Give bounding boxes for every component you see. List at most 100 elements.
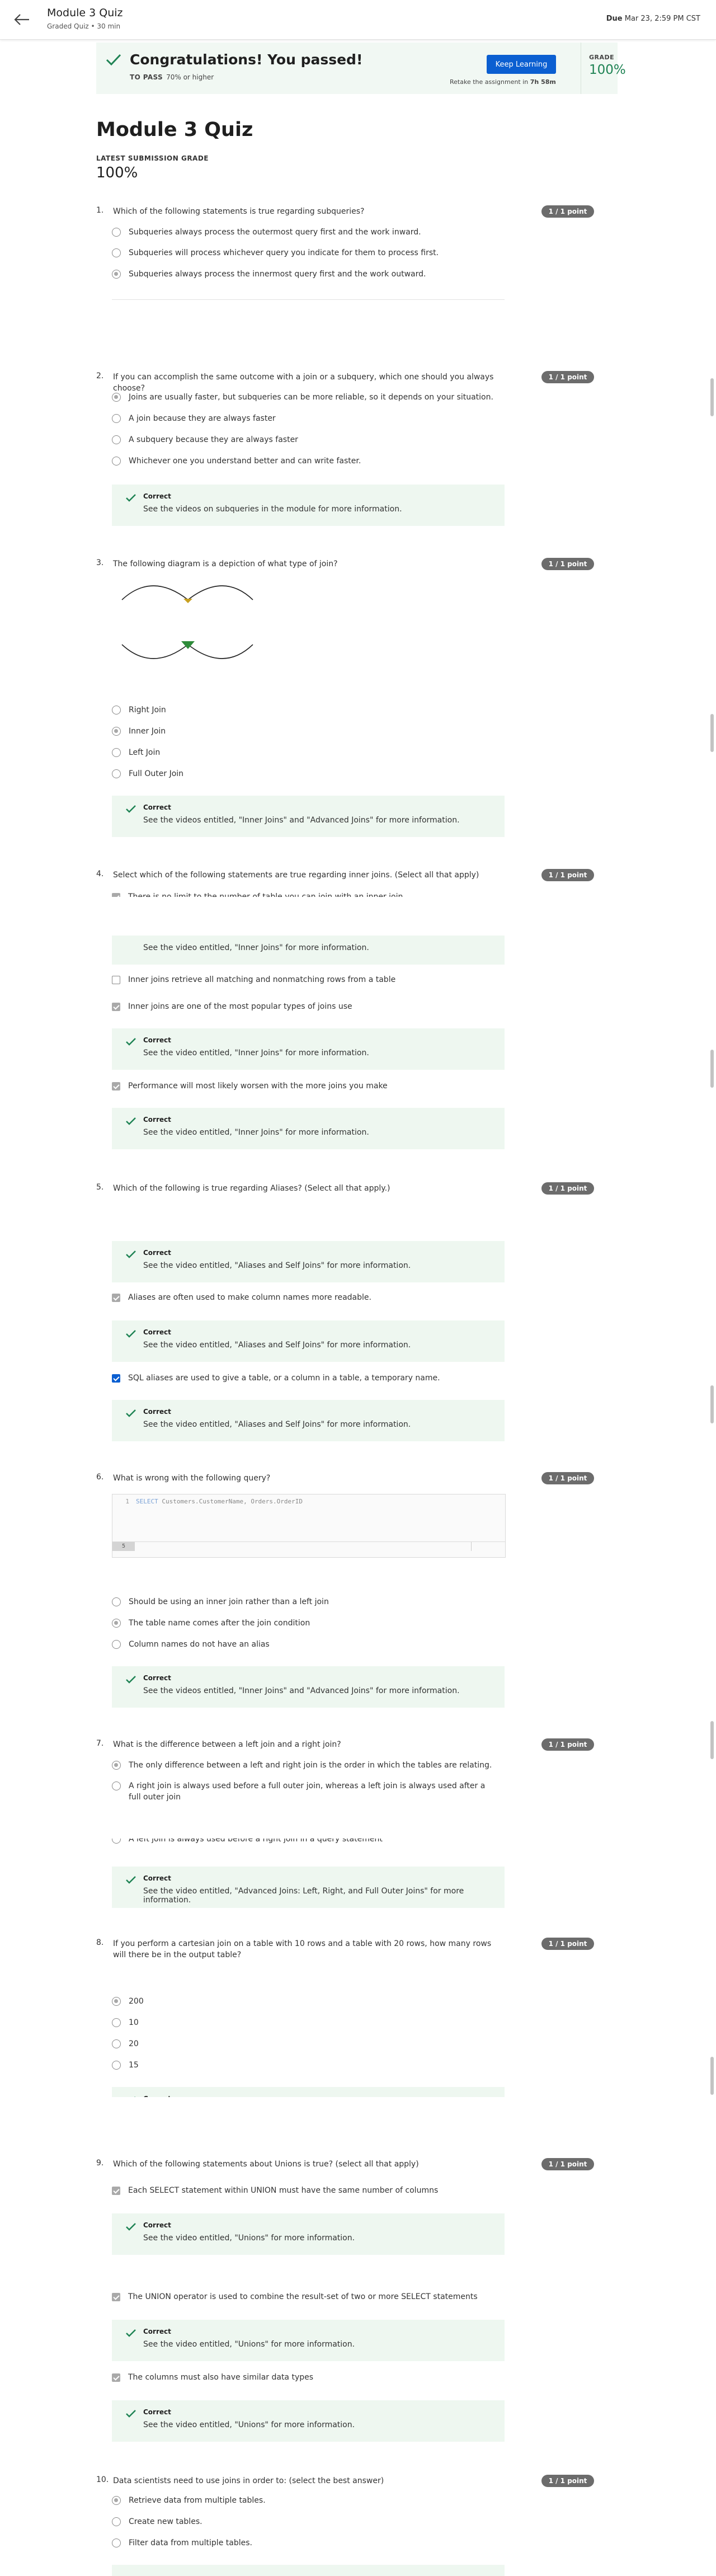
checkbox-icon[interactable] [112,1293,120,1302]
answer-option[interactable]: A right join is always used before a ful… [112,1780,503,1804]
radio-icon[interactable] [112,2539,121,2547]
feedback-message: See the video entitled, "Unions" for mor… [143,2234,355,2243]
checkbox-icon[interactable] [112,1082,120,1090]
answer-option[interactable]: Filter data from multiple tables. [112,2537,252,2549]
scrollbar-thumb[interactable] [710,378,714,416]
feedback-message: See the videos entitled, "Inner Joins" a… [143,1686,460,1695]
option-label: Subqueries always process the innermost … [129,270,426,279]
question-text: The following diagram is a depiction of … [113,560,338,568]
answer-option[interactable]: Subqueries always process the innermost … [112,268,426,280]
points-badge: 1 / 1 point [541,2158,594,2170]
answer-option[interactable]: Should be using an inner join rather tha… [112,1596,329,1608]
answer-option[interactable]: Left Join [112,746,160,759]
question-text: Which of the following statements is tru… [113,207,365,216]
feedback-correct: Correct See the video entitled, "Unions"… [112,2400,505,2442]
radio-icon[interactable] [112,2018,121,2027]
answer-option[interactable]: Inner Join [112,725,166,737]
feedback-correct: Correct [112,2087,505,2097]
answer-option[interactable]: Each SELECT statement within UNION must … [112,2184,438,2197]
answer-option[interactable]: Create new tables. [112,2516,202,2528]
radio-icon[interactable] [112,2061,121,2070]
scrollbar-thumb[interactable] [710,1050,714,1088]
radio-icon[interactable] [112,1761,121,1770]
points-badge: 1 / 1 point [541,1938,594,1950]
radio-icon[interactable] [112,748,121,757]
scrollbar-thumb[interactable] [710,714,714,752]
scrollbar-thumb[interactable] [710,1385,714,1423]
checkbox-icon[interactable] [112,1374,120,1383]
radio-icon[interactable] [112,2496,121,2505]
answer-option[interactable]: The only difference between a left and r… [112,1759,492,1771]
checkbox-icon[interactable] [112,2292,120,2301]
radio-icon[interactable] [112,769,121,778]
answer-option[interactable]: Performance will most likely worsen with… [112,1080,388,1092]
radio-icon[interactable] [112,1597,121,1606]
check-icon [126,1876,136,1884]
answer-option[interactable]: Subqueries will process whichever query … [112,247,439,259]
answer-option[interactable]: SQL aliases are used to give a table, or… [112,1372,440,1384]
question-text: If you can accomplish the same outcome w… [113,373,494,393]
radio-icon[interactable] [112,435,121,444]
feedback-title: Correct [143,2328,171,2335]
scrollbar-thumb[interactable] [710,2057,714,2095]
radio-icon[interactable] [112,2039,121,2048]
answer-option[interactable]: 15 [112,2059,139,2071]
checkbox-icon[interactable] [112,2373,120,2382]
option-label: A join because they are always faster [129,414,276,423]
answer-option[interactable]: A left join is always used before a righ… [112,1839,383,1844]
answer-option[interactable]: Full Outer Join [112,768,183,780]
radio-icon[interactable] [112,1839,121,1844]
answer-option[interactable]: Column names do not have an alias [112,1638,270,1651]
radio-icon[interactable] [112,228,121,237]
answer-option[interactable]: 20 [112,2038,139,2050]
answer-option[interactable]: Retrieve data from multiple tables. [112,2494,266,2507]
due-label: Due [606,15,623,23]
answer-option[interactable]: 10 [112,2016,139,2029]
answer-option[interactable]: A subquery because they are always faste… [112,434,298,446]
radio-icon[interactable] [112,393,121,402]
option-label: The only difference between a left and r… [129,1761,492,1770]
checkbox-icon[interactable] [112,975,120,984]
back-button[interactable] [12,11,31,28]
checkbox-icon[interactable] [112,1002,120,1011]
check-icon [126,1676,136,1684]
feedback-message: See the video entitled, "Aliases and Sel… [143,1341,411,1350]
answer-option[interactable]: The UNION operator is used to combine th… [112,2291,478,2303]
checkbox-icon[interactable] [112,892,120,897]
radio-icon[interactable] [112,1781,121,1790]
answer-option[interactable]: A join because they are always faster [112,412,276,425]
answer-option[interactable]: Inner joins are one of the most popular … [112,1000,352,1013]
answer-option[interactable]: Joins are usually faster, but subqueries… [112,391,493,403]
page-subtitle: Graded Quiz • 30 min [47,22,121,30]
option-label: Subqueries always process the outermost … [129,228,421,237]
radio-icon[interactable] [112,457,121,466]
radio-icon[interactable] [112,1997,121,2006]
radio-icon[interactable] [112,270,121,279]
question-text: Which of the following statements about … [113,2160,419,2169]
option-label: The table name comes after the join cond… [129,1619,310,1628]
option-label: Joins are usually faster, but subqueries… [129,393,493,402]
radio-icon[interactable] [112,727,121,736]
answer-option[interactable]: The table name comes after the join cond… [112,1617,310,1629]
answer-option[interactable]: Subqueries always process the outermost … [112,226,421,238]
answer-option[interactable]: Inner joins retrieve all matching and no… [112,974,395,986]
radio-icon[interactable] [112,414,121,423]
radio-icon[interactable] [112,706,121,714]
radio-icon[interactable] [112,1640,121,1649]
answer-option[interactable]: Aliases are often used to make column na… [112,1291,371,1304]
answer-option[interactable]: There is no limit to the number of table… [112,891,406,897]
answer-option[interactable]: Right Join [112,704,166,716]
question-number: 1. [96,206,104,215]
answer-option[interactable]: 200 [112,1995,144,2008]
radio-icon[interactable] [112,248,121,257]
option-label: 15 [129,2061,139,2070]
answer-option[interactable]: The columns must also have similar data … [112,2371,313,2384]
checkbox-icon[interactable] [112,2186,120,2195]
option-label: Left Join [129,748,161,757]
radio-icon[interactable] [112,1619,121,1628]
radio-icon[interactable] [112,2517,121,2526]
feedback-correct: Correct See the video entitled, "Aliases… [112,1400,505,1441]
scrollbar-thumb[interactable] [710,1721,714,1759]
keep-learning-button[interactable]: Keep Learning [487,55,556,74]
answer-option[interactable]: Whichever one you understand better and … [112,455,361,467]
